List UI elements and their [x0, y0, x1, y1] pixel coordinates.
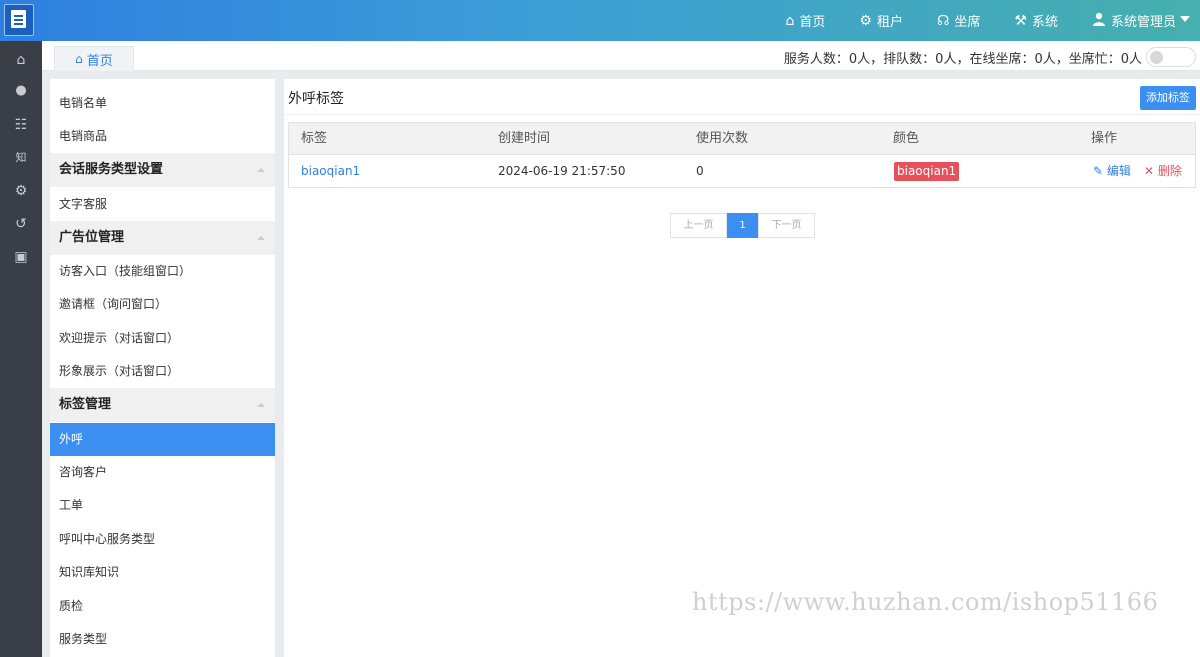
nav-system-label: 系统: [1031, 15, 1058, 30]
menu-item-visitor-entry[interactable]: 访客入口（技能组窗口）: [50, 255, 275, 288]
tag-table: 标签 创建时间 使用次数 颜色 操作 biaoqian1 2024-06-19 …: [288, 122, 1196, 188]
toggle-knob: [1150, 51, 1163, 64]
use-count: 0: [696, 164, 704, 178]
table-row: biaoqian1 2024-06-19 21:57:50 0 biaoqian…: [289, 155, 1195, 187]
tag-name[interactable]: biaoqian1: [301, 155, 360, 187]
logo[interactable]: [4, 4, 34, 36]
title-divider: [284, 114, 1200, 115]
menu-item-knowledge-base[interactable]: 知识库知识: [50, 556, 275, 589]
gear-icon: ⚙: [859, 12, 872, 29]
menu-group-ad-management[interactable]: 广告位管理: [50, 221, 275, 255]
menu-item-telesales-goods[interactable]: 电销商品: [50, 120, 275, 153]
menu-item-ticket[interactable]: 工单: [50, 489, 275, 522]
rail-monitor-icon[interactable]: ▣: [0, 246, 42, 268]
top-nav: ⌂ 首页 ⚙ 租户 ☊ 坐席 ⚒ 系统 系统管理员: [751, 0, 1190, 41]
rail-user-icon[interactable]: ●: [0, 80, 42, 102]
pagination: 上一页 1 下一页: [670, 213, 815, 238]
header-tag: 标签: [301, 131, 328, 146]
menu-group-label: 标签管理: [59, 397, 112, 412]
created-time: 2024-06-19 21:57:50: [498, 164, 626, 178]
nav-agent[interactable]: ☊ 坐席: [936, 11, 981, 31]
menu-group-label: 广告位管理: [59, 230, 125, 245]
add-tag-button[interactable]: 添加标签: [1140, 86, 1196, 110]
user-icon: [1092, 12, 1106, 30]
delete-button[interactable]: ✕ 删除: [1144, 155, 1182, 187]
rail-user-list-icon[interactable]: ☷: [0, 114, 42, 136]
chevron-up-icon: [257, 236, 265, 240]
user-name: 系统管理员: [1110, 15, 1176, 30]
tab-bar: ⌂ 首页 服务人数：0人，排队数：0人，在线坐席：0人，坐席忙：0人: [42, 41, 1200, 71]
menu-item-text-service[interactable]: 文字客服: [50, 188, 275, 221]
busy-toggle[interactable]: [1146, 47, 1196, 67]
headset-icon: ☊: [936, 12, 950, 29]
menu-group-tag-management[interactable]: 标签管理: [50, 388, 275, 422]
menu-item-consult-customer[interactable]: 咨询客户: [50, 456, 275, 489]
rail-history-icon[interactable]: ↺: [0, 213, 42, 235]
home-icon: ⌂: [785, 12, 795, 29]
page-title: 外呼标签: [288, 91, 344, 107]
top-bar: ⌂ 首页 ⚙ 租户 ☊ 坐席 ⚒ 系统 系统管理员: [0, 0, 1200, 41]
icon-rail: ⌂ ● ☷ 知 ⚙ ↺ ▣: [0, 41, 42, 657]
nav-agent-label: 坐席: [954, 15, 981, 30]
header-actions: 操作: [1091, 131, 1118, 146]
edit-label: 编辑: [1106, 164, 1131, 178]
close-icon: ✕: [1144, 164, 1155, 178]
rail-knowledge-icon[interactable]: 知: [0, 147, 42, 169]
color-cell: biaoqian1: [894, 155, 960, 187]
header-created: 创建时间: [498, 131, 551, 146]
service-status: 服务人数：0人，排队数：0人，在线坐席：0人，坐席忙：0人: [783, 52, 1142, 67]
tab-home[interactable]: ⌂ 首页: [54, 46, 134, 71]
pencil-icon: ✎: [1093, 164, 1104, 178]
delete-label: 删除: [1157, 164, 1182, 178]
edit-button[interactable]: ✎ 编辑: [1093, 155, 1131, 187]
chevron-down-icon: [1180, 15, 1190, 22]
nav-system[interactable]: ⚒ 系统: [1014, 11, 1058, 31]
prev-page-button[interactable]: 上一页: [670, 213, 727, 238]
menu-item-telesales-list[interactable]: 电销名单: [50, 87, 275, 120]
menu-item-quality-check[interactable]: 质检: [50, 590, 275, 623]
header-color: 颜色: [893, 131, 920, 146]
home-icon: ⌂: [75, 52, 83, 66]
content-panel: 外呼标签 添加标签 标签 创建时间 使用次数 颜色 操作 biaoqian1 2…: [284, 79, 1200, 657]
page-1-button[interactable]: 1: [727, 213, 758, 238]
rail-home-icon[interactable]: ⌂: [0, 49, 42, 71]
chevron-up-icon: [257, 403, 265, 407]
menu-group-session-service[interactable]: 会话服务类型设置: [50, 153, 275, 187]
next-page-button[interactable]: 下一页: [758, 213, 815, 238]
menu-item-outbound[interactable]: 外呼: [50, 423, 275, 456]
menu-item-image-display[interactable]: 形象展示（对话窗口）: [50, 355, 275, 388]
side-menu: 电销名单 电销商品 会话服务类型设置 文字客服 广告位管理 访客入口（技能组窗口…: [50, 79, 275, 657]
tab-home-label: 首页: [86, 53, 113, 69]
nav-home-label: 首页: [799, 15, 826, 30]
menu-group-label: 会话服务类型设置: [59, 162, 164, 177]
logo-document-icon: [11, 10, 26, 28]
menu-item-service-type[interactable]: 服务类型: [50, 623, 275, 656]
nav-tenant-label: 租户: [876, 15, 903, 30]
nav-home[interactable]: ⌂ 首页: [785, 11, 826, 31]
color-badge: biaoqian1: [894, 162, 960, 181]
table-header: 标签 创建时间 使用次数 颜色 操作: [289, 123, 1195, 155]
tools-icon: ⚒: [1014, 12, 1027, 29]
menu-item-call-center-type[interactable]: 呼叫中心服务类型: [50, 523, 275, 556]
nav-tenant[interactable]: ⚙ 租户: [859, 11, 903, 31]
menu-item-welcome-tip[interactable]: 欢迎提示（对话窗口）: [50, 322, 275, 355]
user-menu[interactable]: 系统管理员: [1092, 11, 1190, 30]
header-count: 使用次数: [696, 131, 749, 146]
menu-item-invite-box[interactable]: 邀请框（询问窗口）: [50, 288, 275, 321]
watermark: https://www.huzhan.com/ishop51166: [692, 588, 1159, 616]
rail-gear-icon[interactable]: ⚙: [0, 180, 42, 202]
chevron-up-icon: [257, 168, 265, 172]
